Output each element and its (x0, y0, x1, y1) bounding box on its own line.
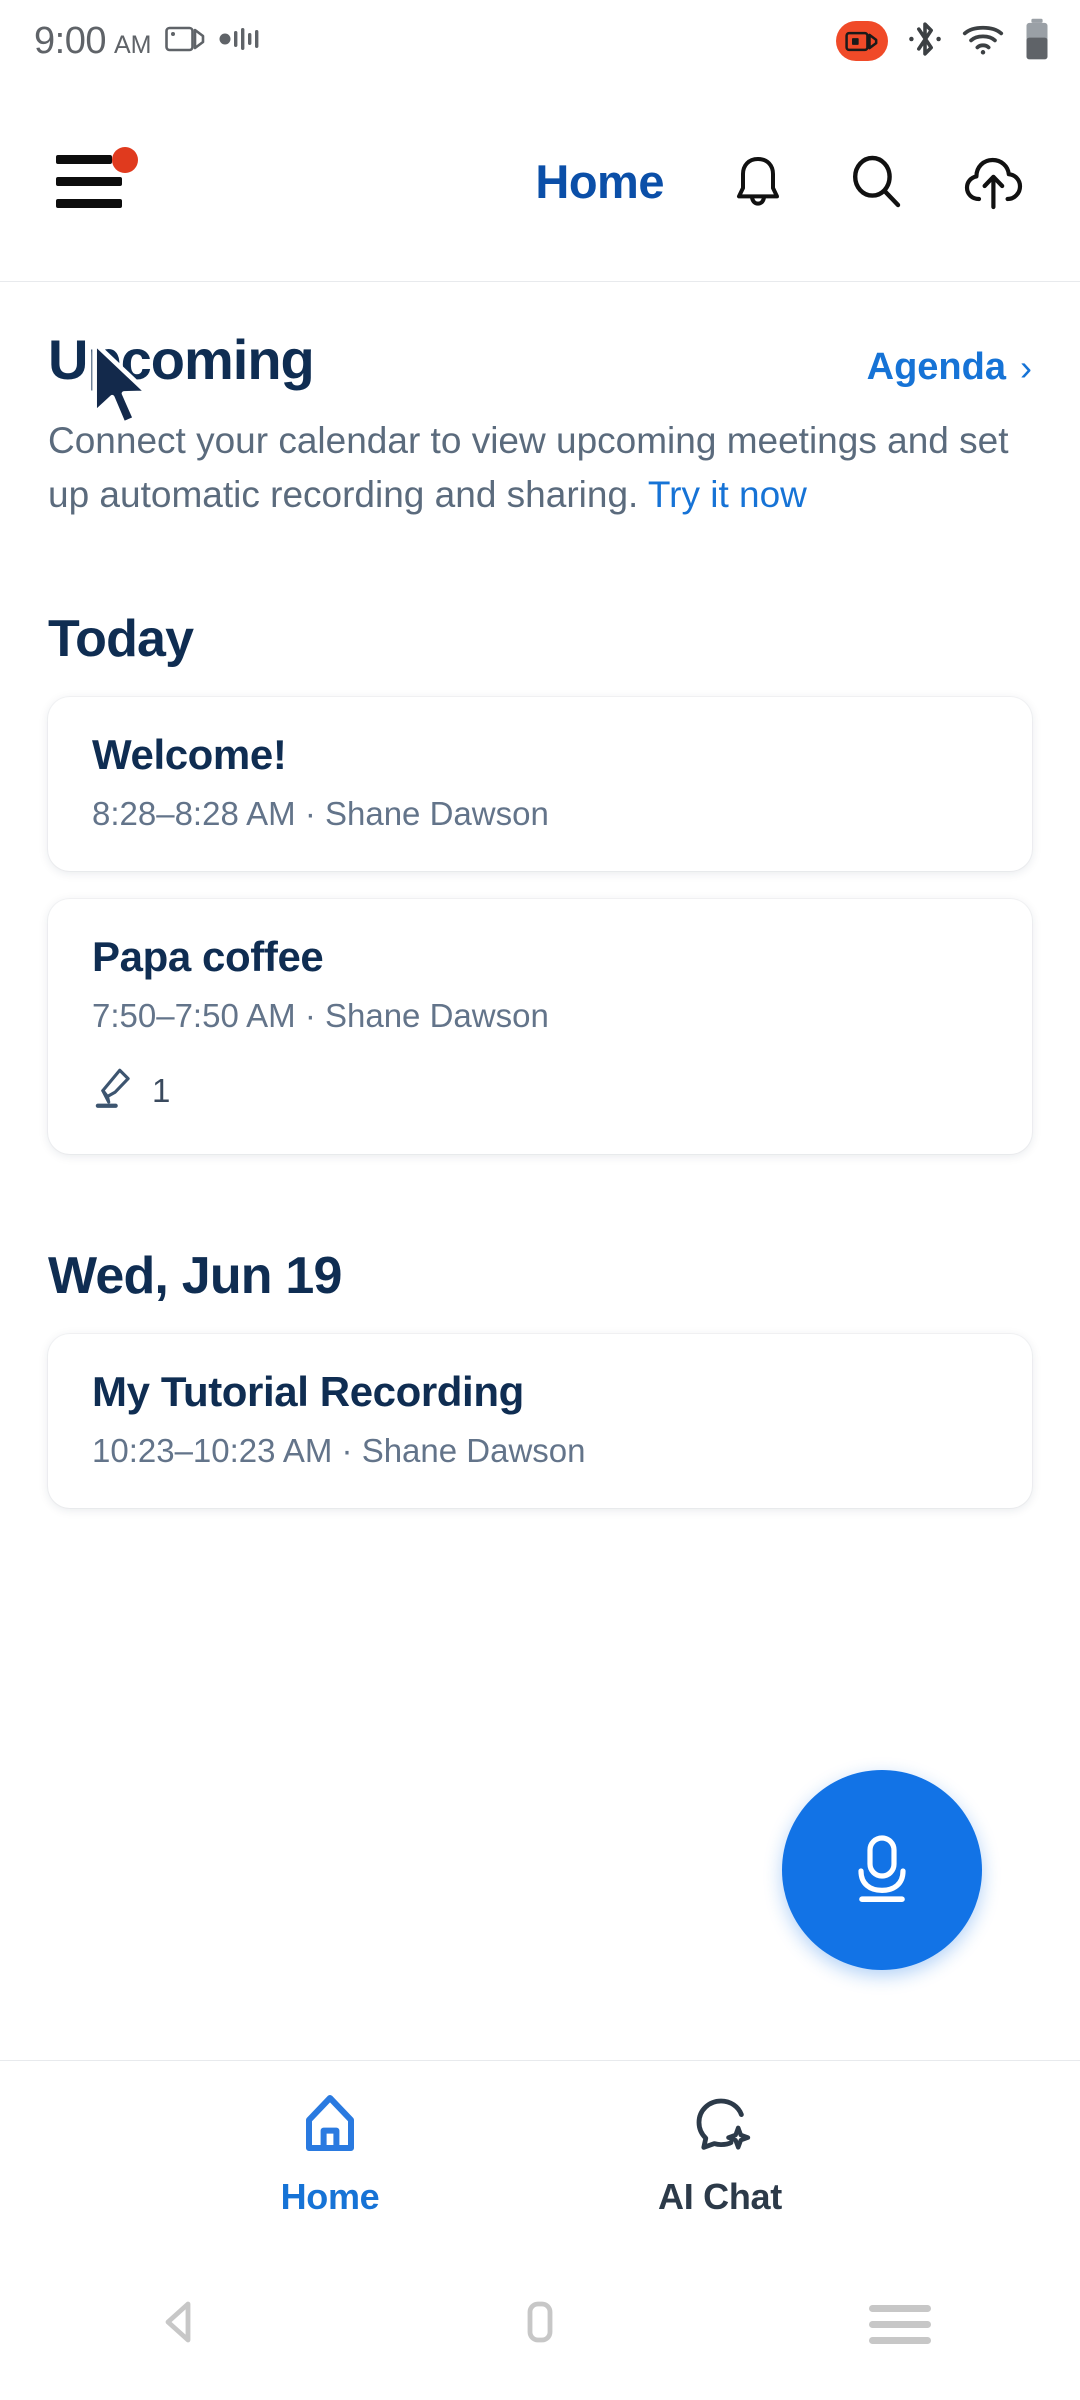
upload-cloud-icon[interactable] (956, 144, 1032, 220)
nav-item-ai-chat[interactable]: AI Chat (555, 2091, 885, 2218)
recents-line (869, 2320, 931, 2328)
meeting-card-subtitle: 10:23–10:23 AM · Shane Dawson (92, 1432, 586, 1470)
status-clock-ampm: AM (113, 30, 152, 59)
hamburger-line (56, 199, 122, 208)
system-home-button[interactable] (460, 2269, 620, 2379)
battery-icon (1024, 18, 1050, 65)
nav-item-home-label: Home (280, 2176, 380, 2217)
recents-line (869, 2336, 931, 2344)
system-back-button[interactable] (100, 2269, 260, 2379)
meeting-card[interactable]: Papa coffee 7:50–7:50 AM · Shane Dawson … (48, 899, 1032, 1155)
hamburger-line (56, 177, 122, 186)
home-pill-icon (512, 2294, 568, 2355)
ai-chat-icon (687, 2091, 753, 2162)
nav-item-home[interactable]: Home (165, 2091, 495, 2218)
phone-screen: 9:00 AM Home Upcoming Agenda › Connect y… (0, 0, 1080, 2400)
status-bar: 9:00 AM (0, 0, 1080, 82)
highlighter-icon (92, 1065, 136, 1116)
main-content: Upcoming Agenda › Connect your calendar … (0, 283, 1080, 1509)
nav-item-ai-chat-label: AI Chat (658, 2176, 782, 2217)
upcoming-heading: Upcoming (48, 328, 315, 391)
record-fab-button[interactable] (782, 1770, 982, 1970)
meeting-card-meta: 1 (92, 1065, 988, 1116)
home-icon (297, 2091, 363, 2162)
recents-menu-icon (869, 2296, 931, 2353)
meeting-card-subtitle: 7:50–7:50 AM · Shane Dawson (92, 997, 549, 1035)
search-icon[interactable] (838, 144, 914, 220)
upcoming-section-header: Upcoming Agenda › (0, 283, 1080, 392)
status-bar-left: 9:00 AM (34, 20, 265, 63)
meeting-card[interactable]: Welcome! 8:28–8:28 AM · Shane Dawson (48, 697, 1032, 872)
hamburger-line (56, 155, 112, 164)
meeting-card-title: My Tutorial Recording (92, 1368, 524, 1416)
microphone-icon (840, 1826, 924, 1915)
system-navigation-bar (0, 2248, 1080, 2400)
meeting-card-title: Welcome! (92, 731, 287, 779)
meeting-card[interactable]: My Tutorial Recording 10:23–10:23 AM · S… (48, 1334, 1032, 1509)
hamburger-menu-icon[interactable] (56, 146, 138, 213)
section-heading-today: Today (48, 610, 194, 669)
wifi-icon (962, 22, 1004, 61)
agenda-link-label: Agenda (866, 346, 1006, 388)
meeting-card-subtitle: 8:28–8:28 AM · Shane Dawson (92, 795, 549, 833)
meeting-card-title: Papa coffee (92, 933, 324, 981)
meeting-card-meta-count: 1 (152, 1071, 171, 1109)
status-bar-right (836, 18, 1050, 65)
app-bar-actions: Home (535, 144, 1080, 220)
menu-notification-badge (112, 146, 138, 173)
section-heading-date: Wed, Jun 19 (48, 1247, 342, 1306)
upcoming-description-text: Connect your calendar to view upcoming m… (48, 420, 1009, 515)
screen-record-active-icon (836, 21, 888, 61)
system-recents-button[interactable] (820, 2269, 980, 2379)
agenda-link[interactable]: Agenda › (867, 346, 1032, 389)
app-bar: Home (0, 82, 1080, 282)
bluetooth-icon (908, 18, 942, 65)
page-title: Home (535, 155, 664, 208)
try-it-now-link[interactable]: Try it now (648, 474, 807, 515)
back-triangle-icon (152, 2294, 208, 2355)
bottom-navigation: Home AI Chat (0, 2060, 1080, 2248)
status-clock: 9:00 (34, 19, 106, 62)
screen-record-icon (165, 24, 205, 59)
recents-line (869, 2304, 931, 2312)
upcoming-description: Connect your calendar to view upcoming m… (0, 392, 1080, 521)
audio-waveform-icon (219, 27, 265, 56)
chevron-right-icon: › (1020, 346, 1032, 388)
notifications-icon[interactable] (720, 144, 796, 220)
